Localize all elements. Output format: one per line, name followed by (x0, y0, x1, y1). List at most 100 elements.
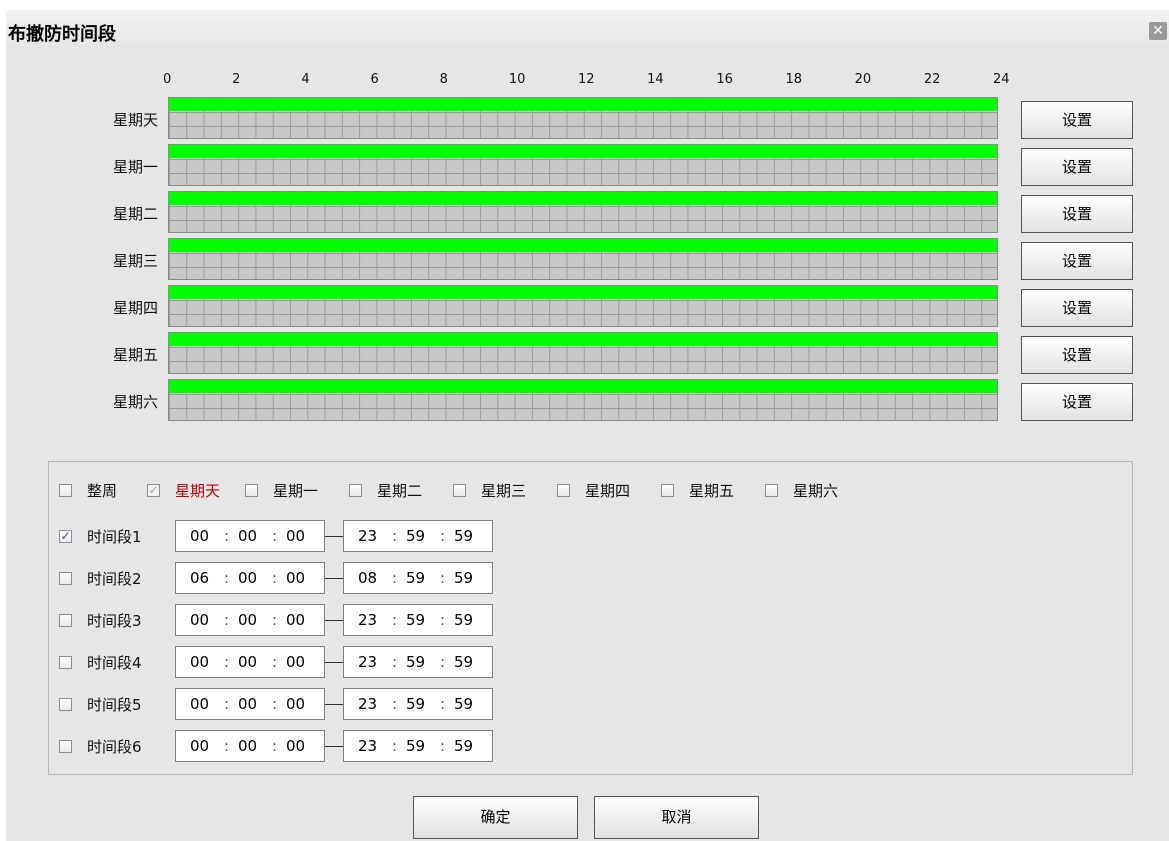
period-label: 时间段4 (87, 654, 142, 672)
hour-value: 00 (190, 737, 210, 755)
armed-period-fill (169, 192, 997, 205)
close-icon[interactable]: ✕ (1149, 22, 1167, 40)
set-day-button[interactable]: 设置 (1021, 242, 1133, 280)
time-separator: : (440, 737, 446, 755)
hour-tick-label: 16 (716, 72, 733, 87)
hour-value: 08 (358, 569, 378, 587)
day-checkbox[interactable] (349, 484, 362, 497)
end-time-field[interactable]: 23:59:59 (343, 520, 493, 552)
armed-period-fill (169, 239, 997, 252)
end-time-field[interactable]: 23:59:59 (343, 604, 493, 636)
time-separator: : (272, 569, 278, 587)
hour-value: 23 (358, 737, 378, 755)
period-checkbox[interactable] (59, 614, 72, 627)
end-time-field[interactable]: 23:59:59 (343, 646, 493, 678)
period-checkbox[interactable] (59, 656, 72, 669)
hour-tick-label: 14 (647, 72, 664, 87)
hour-tick-label: 8 (439, 72, 448, 87)
dialog-title: 布撤防时间段 (8, 24, 116, 45)
hour-tick-label: 22 (923, 72, 941, 87)
minute-value: 00 (238, 569, 258, 587)
day-row: 星期六 设置 (6, 379, 1169, 426)
time-separator: : (272, 737, 278, 755)
cancel-button[interactable]: 取消 (594, 796, 759, 839)
period-checkbox[interactable] (59, 740, 72, 753)
second-value: 00 (286, 695, 306, 713)
day-checkbox[interactable] (59, 484, 72, 497)
day-row: 星期天 设置 (6, 97, 1169, 144)
end-time-field[interactable]: 08:59:59 (343, 562, 493, 594)
hour-value: 00 (190, 695, 210, 713)
time-separator: : (392, 695, 398, 713)
hour-tick-label: 0 (163, 72, 172, 87)
hour-tick-label: 18 (785, 72, 803, 87)
period-checkbox[interactable]: ✓ (59, 530, 72, 543)
period-label: 时间段1 (87, 528, 142, 546)
set-day-button[interactable]: 设置 (1021, 195, 1133, 233)
day-timeline-bar[interactable] (168, 332, 998, 374)
day-row: 星期四 设置 (6, 285, 1169, 332)
day-label: 星期三 (112, 252, 158, 270)
day-timeline-bar[interactable] (168, 97, 998, 139)
day-timeline-bar[interactable] (168, 379, 998, 421)
day-checkbox-label: 星期一 (273, 482, 319, 500)
day-checkbox[interactable]: ✓ (147, 484, 160, 497)
time-separator: : (440, 569, 446, 587)
day-label: 星期一 (112, 158, 158, 176)
period-checkbox[interactable] (59, 698, 72, 711)
hour-tick-label: 2 (232, 72, 241, 87)
start-time-field[interactable]: 00:00:00 (175, 520, 325, 552)
day-timeline-bar[interactable] (168, 144, 998, 186)
day-checkbox-label: 星期天 (175, 482, 221, 500)
minute-value: 59 (406, 653, 426, 671)
start-time-field[interactable]: 00:00:00 (175, 604, 325, 636)
end-time-field[interactable]: 23:59:59 (343, 730, 493, 762)
start-time-field[interactable]: 00:00:00 (175, 646, 325, 678)
day-checkbox[interactable] (453, 484, 466, 497)
ok-button[interactable]: 确定 (413, 796, 578, 839)
start-time-field[interactable]: 00:00:00 (175, 730, 325, 762)
second-value: 59 (454, 611, 474, 629)
start-time-field[interactable]: 00:00:00 (175, 688, 325, 720)
hour-value: 00 (190, 527, 210, 545)
time-separator: : (224, 611, 230, 629)
set-day-button[interactable]: 设置 (1021, 101, 1133, 139)
time-separator: : (392, 653, 398, 671)
range-dash (325, 746, 343, 747)
day-checkbox-label: 整周 (87, 482, 118, 500)
second-value: 59 (454, 527, 474, 545)
range-dash (325, 662, 343, 663)
day-timeline-bar[interactable] (168, 191, 998, 233)
day-checkbox[interactable] (765, 484, 778, 497)
period-checkbox[interactable] (59, 572, 72, 585)
minute-value: 59 (406, 527, 426, 545)
range-dash (325, 536, 343, 537)
set-day-button[interactable]: 设置 (1021, 383, 1133, 421)
minute-value: 59 (406, 695, 426, 713)
day-label: 星期五 (112, 346, 158, 364)
time-separator: : (224, 737, 230, 755)
time-separator: : (224, 527, 230, 545)
set-day-button[interactable]: 设置 (1021, 336, 1133, 374)
minute-value: 59 (406, 569, 426, 587)
minute-value: 00 (238, 695, 258, 713)
start-time-field[interactable]: 06:00:00 (175, 562, 325, 594)
minute-value: 59 (406, 611, 426, 629)
set-day-button[interactable]: 设置 (1021, 289, 1133, 327)
set-day-button[interactable]: 设置 (1021, 148, 1133, 186)
day-checkbox[interactable] (557, 484, 570, 497)
day-timeline-bar[interactable] (168, 238, 998, 280)
day-row: 星期一 设置 (6, 144, 1169, 191)
day-checkbox[interactable] (661, 484, 674, 497)
second-value: 00 (286, 569, 306, 587)
armed-period-fill (169, 286, 997, 299)
minute-value: 00 (238, 527, 258, 545)
second-value: 00 (286, 611, 306, 629)
time-separator: : (224, 695, 230, 713)
day-checkbox[interactable] (245, 484, 258, 497)
end-time-field[interactable]: 23:59:59 (343, 688, 493, 720)
day-timeline-bar[interactable] (168, 285, 998, 327)
armed-period-fill (169, 333, 997, 346)
period-settings-panel: 整周 ✓ 星期天 星期一 星期二 星期三 星期四 星期五 星期六 ✓ 时间段1 00:00:00 23:… (48, 461, 1133, 775)
time-separator: : (440, 653, 446, 671)
